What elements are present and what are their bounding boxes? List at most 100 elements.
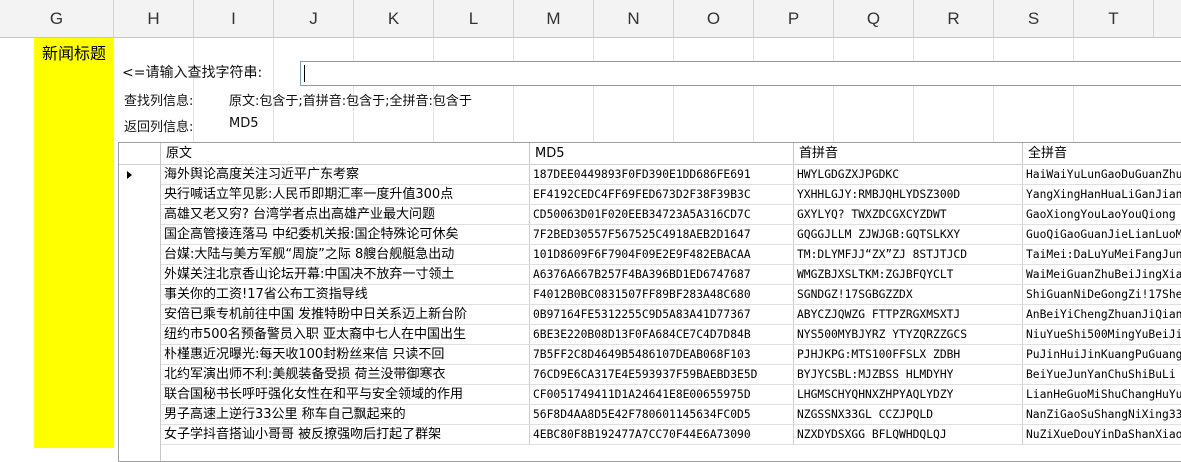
cell-original[interactable]: 事关你的工资!17省公布工资指导线	[161, 285, 530, 305]
cell-md5[interactable]: 0B97164FE5312255C9D5A83A41D77367	[530, 305, 794, 325]
cell-initials[interactable]: NYS500MYBJYRZ YTYZQRZZGCS	[794, 325, 1023, 345]
cell-md5[interactable]: 7F2BED30557F567525C4918AEB2D1647	[530, 225, 794, 245]
cell-initials[interactable]: BYJYCSBL:MJZBSS HLMDYHY	[794, 365, 1023, 385]
results-grid[interactable]: 原文 MD5 首拼音 全拼音 海外舆论高度关注习近平广东考察 187DEE0449…	[118, 142, 1181, 462]
column-header-k[interactable]: K	[354, 0, 434, 37]
cell-original[interactable]: 安倍已乘专机前往中国 发推特盼中日关系迈上新台阶	[161, 305, 530, 325]
cell-initials[interactable]: ABYCZJQWZG FTTPZRGXMSXTJ	[794, 305, 1023, 325]
cell-original[interactable]: 外媒关注北京香山论坛开幕:中国决不放弃一寸领土	[161, 265, 530, 285]
cell-md5[interactable]: A6376A667B257F4BA396BD1ED6747687	[530, 265, 794, 285]
cell-initials[interactable]: NZXDYDSXGG BFLQWHDQLQJ	[794, 425, 1023, 445]
return-columns-label: 返回列信息:	[124, 120, 194, 135]
cell-original[interactable]: 朴槿惠近况曝光:每天收100封粉丝来信 只读不回	[161, 345, 530, 365]
cell-original[interactable]: 女子学抖音搭讪小哥哥 被反撩强吻后打起了群架	[161, 425, 530, 445]
grid-header-initials[interactable]: 首拼音	[794, 143, 1023, 164]
cell-initials[interactable]: GQGGJLLM ZJWJGB:GQTSLKXY	[794, 225, 1023, 245]
cell-md5[interactable]: 7B5FF2C8D4649B5486107DEAB068F103	[530, 345, 794, 365]
cell-initials[interactable]: PJHJKPG:MTS100FFSLX ZDBH	[794, 345, 1023, 365]
cell-md5[interactable]: 76CD9E6CA317E4E593937F59BAEBD3E5D	[530, 365, 794, 385]
table-row[interactable]: 男子高速上逆行33公里 称车自己飘起来的 56F8D4AA8D5E42F78060…	[119, 405, 1181, 425]
table-row[interactable]: 国企高管接连落马 中纪委机关报:国企特殊论可休矣 7F2BED30557F5675…	[119, 225, 1181, 245]
cell-pinyin[interactable]: PuJinHuiJinKuangPuGuang	[1023, 345, 1181, 365]
table-row[interactable]: 北约军演出师不利:美舰装备受损 荷兰没带御寒衣 76CD9E6CA317E4E59…	[119, 365, 1181, 385]
cell-pinyin[interactable]: ShiGuanNiDeGongZi!17Sheng	[1023, 285, 1181, 305]
table-row[interactable]: 安倍已乘专机前往中国 发推特盼中日关系迈上新台阶 0B97164FE5312255…	[119, 305, 1181, 325]
cell-original[interactable]: 联合国秘书长呼吁强化女性在和平与安全领域的作用	[161, 385, 530, 405]
cell-original[interactable]: 北约军演出师不利:美舰装备受损 荷兰没带御寒衣	[161, 365, 530, 385]
cell-initials[interactable]: WMGZBJXSLTKM:ZGJBFQYCLT	[794, 265, 1023, 285]
column-header-bar: G H I J K L M N O P Q R S T	[0, 0, 1181, 38]
column-header-p[interactable]: P	[754, 0, 834, 37]
column-header-g[interactable]: G	[0, 0, 114, 37]
cell-pinyin[interactable]: TaiMei:DaLuYuMeiFangJun	[1023, 245, 1181, 265]
return-columns-value: MD5	[229, 116, 259, 131]
search-columns-label: 查找列信息:	[124, 94, 194, 109]
column-header-o[interactable]: O	[674, 0, 754, 37]
cell-pinyin[interactable]: LianHeGuoMiShuChangHuYu	[1023, 385, 1181, 405]
grid-header-original[interactable]: 原文	[161, 143, 530, 164]
cell-pinyin[interactable]: NanZiGaoSuShangNiXing33	[1023, 405, 1181, 425]
cell-pinyin[interactable]: HaiWaiYuLunGaoDuGuanZhu	[1023, 165, 1181, 185]
search-prompt-label: <=请输入查找字符串:	[122, 65, 263, 81]
table-row[interactable]: 女子学抖音搭讪小哥哥 被反撩强吻后打起了群架 4EBC80F8B192477A7C…	[119, 425, 1181, 445]
column-header-n[interactable]: N	[594, 0, 674, 37]
table-row[interactable]: 事关你的工资!17省公布工资指导线 F4012B0BC0831507FF89BF2…	[119, 285, 1181, 305]
cell-initials[interactable]: SGNDGZ!17SGBGZZDX	[794, 285, 1023, 305]
cell-md5[interactable]: F4012B0BC0831507FF89BF283A48C680	[530, 285, 794, 305]
grid-header-md5[interactable]: MD5	[530, 143, 794, 164]
cell-original[interactable]: 台媒:大陆与美方军舰“周旋”之际 8艘台舰艇急出动	[161, 245, 530, 265]
cell-original[interactable]: 国企高管接连落马 中纪委机关报:国企特殊论可休矣	[161, 225, 530, 245]
column-header-q[interactable]: Q	[834, 0, 914, 37]
cell-initials[interactable]: YXHHLGJY:RMBJQHLYDSZ300D	[794, 185, 1023, 205]
column-header-j[interactable]: J	[274, 0, 354, 37]
cell-original[interactable]: 央行喊话立竿见影:人民币即期汇率一度升值300点	[161, 185, 530, 205]
title-cell[interactable]: 新闻标题	[34, 38, 114, 448]
column-header-r[interactable]: R	[914, 0, 994, 37]
cell-pinyin[interactable]: NiuYueShi500MingYuBeiJing	[1023, 325, 1181, 345]
cell-pinyin[interactable]: GuoQiGaoGuanJieLianLuoMa	[1023, 225, 1181, 245]
title-cell-text: 新闻标题	[41, 44, 106, 63]
table-row[interactable]: 纽约市500名预备警员入职 亚太裔中七人在中国出生 6BE3E220B08D13F…	[119, 325, 1181, 345]
column-header-m[interactable]: M	[514, 0, 594, 37]
search-input[interactable]	[300, 61, 1181, 86]
cell-initials[interactable]: GXYLYQ? TWXZDCGXCYZDWT	[794, 205, 1023, 225]
cell-md5[interactable]: EF4192CEDC4FF69FED673D2F38F39B3C	[530, 185, 794, 205]
cell-md5[interactable]: 4EBC80F8B192477A7CC70F44E6A73090	[530, 425, 794, 445]
table-row[interactable]: 央行喊话立竿见影:人民币即期汇率一度升值300点 EF4192CEDC4FF69F…	[119, 185, 1181, 205]
column-header-h[interactable]: H	[114, 0, 194, 37]
table-row[interactable]: 联合国秘书长呼吁强化女性在和平与安全领域的作用 CF0051749411D1A24…	[119, 385, 1181, 405]
cell-md5[interactable]: CD50063D01F020EEB34723A5A316CD7C	[530, 205, 794, 225]
table-row[interactable]: 海外舆论高度关注习近平广东考察 187DEE0449893F0FD390E1DD6…	[119, 165, 1181, 185]
cell-md5[interactable]: 6BE3E220B08D13F0FA684CE7C4D7D84B	[530, 325, 794, 345]
cell-md5[interactable]: CF0051749411D1A24641E8E00655975D	[530, 385, 794, 405]
cell-original[interactable]: 纽约市500名预备警员入职 亚太裔中七人在中国出生	[161, 325, 530, 345]
grid-header-pinyin[interactable]: 全拼音	[1023, 143, 1181, 164]
cell-md5[interactable]: 56F8D4AA8D5E42F780601145634FC0D5	[530, 405, 794, 425]
cell-pinyin[interactable]: GaoXiongYouLaoYouQiong	[1023, 205, 1181, 225]
cell-initials[interactable]: HWYLGDGZXJPGDKC	[794, 165, 1023, 185]
cell-md5[interactable]: 101D8609F6F7904F09E2E9F482EBACAA	[530, 245, 794, 265]
column-header-t[interactable]: T	[1074, 0, 1154, 37]
cell-pinyin[interactable]: WaiMeiGuanZhuBeiJingXiang	[1023, 265, 1181, 285]
table-row[interactable]: 外媒关注北京香山论坛开幕:中国决不放弃一寸领土 A6376A667B257F4BA…	[119, 265, 1181, 285]
grid-header-row: 原文 MD5 首拼音 全拼音	[119, 143, 1181, 165]
cell-md5[interactable]: 187DEE0449893F0FD390E1DD686FE691	[530, 165, 794, 185]
cell-initials[interactable]: TM:DLYMFJJ“ZX”ZJ 8STJTJCD	[794, 245, 1023, 265]
column-header-l[interactable]: L	[434, 0, 514, 37]
table-row[interactable]: 高雄又老又穷? 台湾学者点出高雄产业最大问题 CD50063D01F020EEB3…	[119, 205, 1181, 225]
column-header-s[interactable]: S	[994, 0, 1074, 37]
cell-pinyin[interactable]: NuZiXueDouYinDaShanXiao	[1023, 425, 1181, 445]
cell-pinyin[interactable]: YangXingHanHuaLiGanJian	[1023, 185, 1181, 205]
column-header-i[interactable]: I	[194, 0, 274, 37]
cell-original[interactable]: 海外舆论高度关注习近平广东考察	[161, 165, 530, 185]
cell-initials[interactable]: NZGSSNX33GL CCZJPQLD	[794, 405, 1023, 425]
cell-pinyin[interactable]: BeiYueJunYanChuShiBuLi	[1023, 365, 1181, 385]
grid-corner	[119, 143, 161, 164]
table-row[interactable]: 台媒:大陆与美方军舰“周旋”之际 8艘台舰艇急出动 101D8609F6F7904…	[119, 245, 1181, 265]
current-row-indicator-icon	[127, 171, 132, 179]
cell-original[interactable]: 高雄又老又穷? 台湾学者点出高雄产业最大问题	[161, 205, 530, 225]
cell-original[interactable]: 男子高速上逆行33公里 称车自己飘起来的	[161, 405, 530, 425]
table-row[interactable]: 朴槿惠近况曝光:每天收100封粉丝来信 只读不回 7B5FF2C8D4649B54…	[119, 345, 1181, 365]
cell-initials[interactable]: LHGMSCHYQHNXZHPYAQLYDZY	[794, 385, 1023, 405]
cell-pinyin[interactable]: AnBeiYiChengZhuanJiQianWang	[1023, 305, 1181, 325]
